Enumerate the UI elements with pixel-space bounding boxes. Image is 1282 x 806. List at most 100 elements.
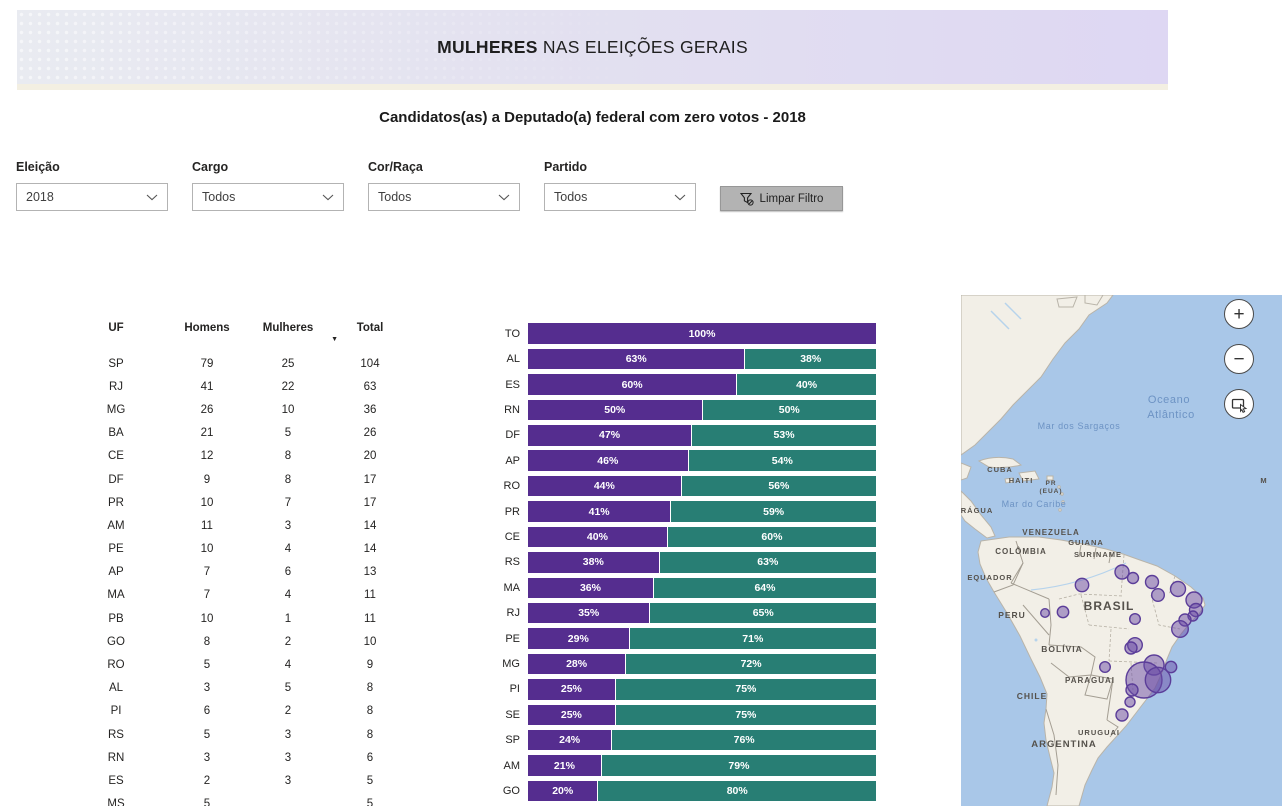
table-row[interactable]: AP7613: [60, 561, 414, 584]
chart-bar[interactable]: 35%65%: [528, 603, 876, 624]
table-row[interactable]: SP7925104: [60, 352, 414, 375]
bar-segment-homens[interactable]: 54%: [688, 450, 876, 471]
map-bubble[interactable]: [1126, 684, 1138, 696]
column-header-total[interactable]: Total: [334, 322, 406, 352]
zoom-in-button[interactable]: +: [1224, 299, 1254, 329]
table-row[interactable]: PR10717: [60, 491, 414, 514]
table-row[interactable]: DF9817: [60, 468, 414, 491]
table-row[interactable]: ES235: [60, 769, 414, 792]
column-header-homens[interactable]: Homens: [172, 322, 242, 352]
clear-filter-button[interactable]: Limpar Filtro: [720, 186, 843, 211]
bar-segment-homens[interactable]: 76%: [611, 730, 876, 751]
bar-segment-homens[interactable]: 59%: [670, 501, 876, 522]
chart-bar[interactable]: 40%60%: [528, 527, 876, 548]
map-bubble[interactable]: [1125, 642, 1137, 654]
bar-segment-mulheres[interactable]: 36%: [528, 578, 653, 599]
chart-bar[interactable]: 47%53%: [528, 425, 876, 446]
bar-segment-homens[interactable]: 53%: [691, 425, 876, 446]
table-row[interactable]: PB10111: [60, 607, 414, 630]
table-row[interactable]: RO549: [60, 653, 414, 676]
map-bubble[interactable]: [1128, 573, 1139, 584]
bar-segment-homens[interactable]: 80%: [597, 781, 876, 802]
table-row[interactable]: MS55: [60, 793, 414, 806]
map-bubble[interactable]: [1146, 576, 1159, 589]
table-row[interactable]: MG261036: [60, 398, 414, 421]
chart-bar[interactable]: 100%: [528, 323, 876, 344]
chart-bar[interactable]: 24%76%: [528, 730, 876, 751]
bar-segment-homens[interactable]: 79%: [601, 755, 876, 776]
chart-bar[interactable]: 46%54%: [528, 450, 876, 471]
chart-bar[interactable]: 60%40%: [528, 374, 876, 395]
table-row[interactable]: RJ412263: [60, 375, 414, 398]
map-bubble[interactable]: [1172, 621, 1189, 638]
bar-segment-homens[interactable]: 75%: [615, 679, 876, 700]
bar-segment-mulheres[interactable]: 60%: [528, 374, 736, 395]
map-bubble[interactable]: [1145, 667, 1170, 692]
table-row[interactable]: RS538: [60, 723, 414, 746]
bar-segment-mulheres[interactable]: 28%: [528, 654, 625, 675]
chart-bar[interactable]: 36%64%: [528, 578, 876, 599]
bar-segment-mulheres[interactable]: 29%: [528, 628, 629, 649]
map-bubble[interactable]: [1125, 697, 1135, 707]
bar-segment-mulheres[interactable]: 40%: [528, 527, 667, 548]
bar-segment-mulheres[interactable]: 25%: [528, 679, 615, 700]
bar-segment-homens[interactable]: 40%: [736, 374, 876, 395]
chart-bar[interactable]: 41%59%: [528, 501, 876, 522]
bar-segment-mulheres[interactable]: 100%: [528, 323, 876, 344]
table-row[interactable]: AL358: [60, 677, 414, 700]
chart-bar[interactable]: 44%56%: [528, 476, 876, 497]
table-row[interactable]: CE12820: [60, 445, 414, 468]
filter-dropdown[interactable]: Todos: [544, 183, 696, 211]
bar-segment-mulheres[interactable]: 24%: [528, 730, 611, 751]
brazil-bubble-map[interactable]: OceanoAtlânticoMar dos SargaçosMar do Ca…: [961, 295, 1282, 806]
table-row[interactable]: AM11314: [60, 514, 414, 537]
table-row[interactable]: GO8210: [60, 630, 414, 653]
chart-bar[interactable]: 50%50%: [528, 400, 876, 421]
chart-bar[interactable]: 38%63%: [528, 552, 876, 573]
bar-segment-mulheres[interactable]: 21%: [528, 755, 601, 776]
map-bubble[interactable]: [1130, 614, 1141, 625]
map-bubble[interactable]: [1116, 709, 1128, 721]
bar-segment-homens[interactable]: 65%: [649, 603, 876, 624]
box-select-button[interactable]: [1224, 389, 1254, 419]
filter-dropdown[interactable]: 2018: [16, 183, 168, 211]
bar-segment-mulheres[interactable]: 35%: [528, 603, 649, 624]
chart-bar[interactable]: 29%71%: [528, 628, 876, 649]
table-row[interactable]: RN336: [60, 746, 414, 769]
map-bubble[interactable]: [1100, 662, 1111, 673]
bar-segment-mulheres[interactable]: 41%: [528, 501, 670, 522]
bar-segment-mulheres[interactable]: 63%: [528, 349, 744, 370]
bar-segment-homens[interactable]: 38%: [744, 349, 876, 370]
bar-segment-homens[interactable]: 63%: [659, 552, 876, 573]
bar-segment-mulheres[interactable]: 46%: [528, 450, 688, 471]
bar-segment-homens[interactable]: 71%: [629, 628, 876, 649]
table-row[interactable]: PI628: [60, 700, 414, 723]
bar-segment-homens[interactable]: 50%: [702, 400, 877, 421]
bar-segment-homens[interactable]: 75%: [615, 705, 876, 726]
bar-segment-homens[interactable]: 72%: [625, 654, 876, 675]
filter-dropdown[interactable]: Todos: [192, 183, 344, 211]
table-row[interactable]: PE10414: [60, 538, 414, 561]
filter-dropdown[interactable]: Todos: [368, 183, 520, 211]
bar-segment-mulheres[interactable]: 50%: [528, 400, 702, 421]
bar-segment-mulheres[interactable]: 38%: [528, 552, 659, 573]
map-bubble[interactable]: [1152, 589, 1165, 602]
map-bubble[interactable]: [1171, 582, 1186, 597]
bar-segment-mulheres[interactable]: 44%: [528, 476, 681, 497]
bar-segment-homens[interactable]: 56%: [681, 476, 876, 497]
zoom-out-button[interactable]: −: [1224, 344, 1254, 374]
bar-segment-homens[interactable]: 64%: [653, 578, 876, 599]
chart-bar[interactable]: 25%75%: [528, 705, 876, 726]
chart-bar[interactable]: 25%75%: [528, 679, 876, 700]
column-header-mulheres[interactable]: Mulheres▼: [242, 322, 334, 352]
table-row[interactable]: BA21526: [60, 422, 414, 445]
bar-segment-homens[interactable]: 60%: [667, 527, 876, 548]
bar-segment-mulheres[interactable]: 20%: [528, 781, 597, 802]
map-bubble[interactable]: [1041, 609, 1050, 618]
map-bubble[interactable]: [1075, 578, 1088, 591]
chart-bar[interactable]: 21%79%: [528, 755, 876, 776]
chart-bar[interactable]: 20%80%: [528, 781, 876, 802]
chart-bar[interactable]: 28%72%: [528, 654, 876, 675]
column-header-uf[interactable]: UF: [60, 322, 172, 352]
map-bubble[interactable]: [1057, 606, 1068, 617]
